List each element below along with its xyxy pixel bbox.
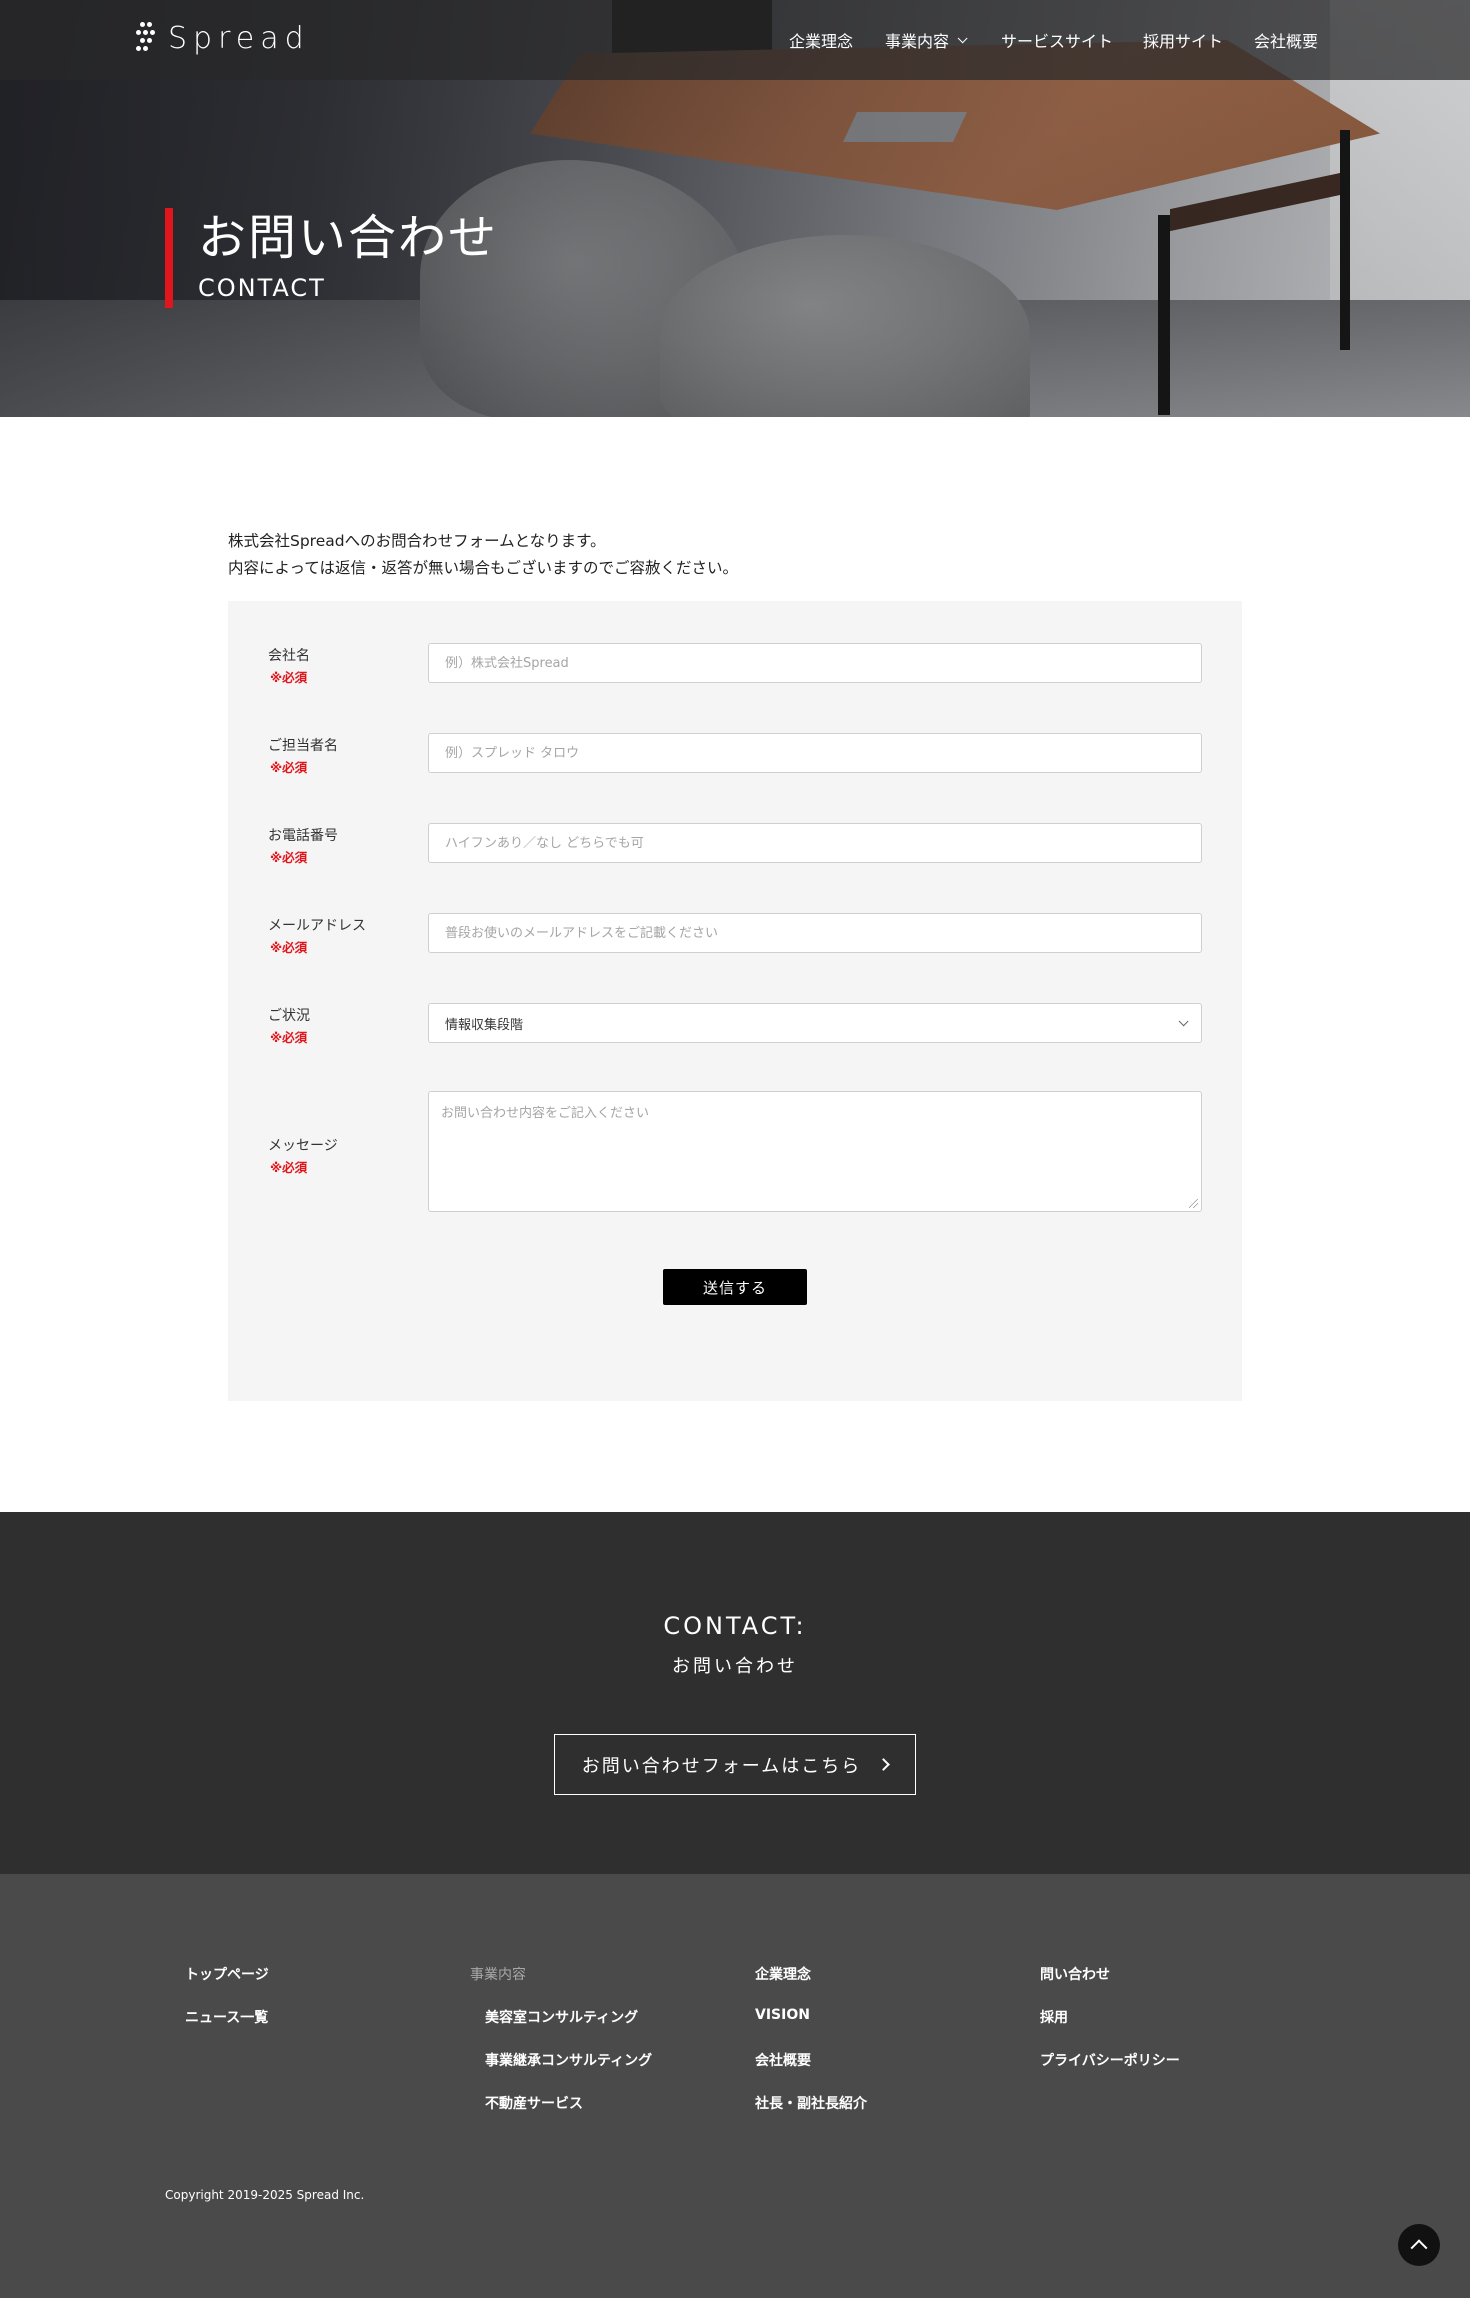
nav-item-label: 会社概要 xyxy=(1254,32,1319,51)
footer-link-recruit[interactable]: 採用 xyxy=(1040,2007,1068,2027)
phone-input[interactable] xyxy=(445,835,1185,851)
field-label: 会社名 xyxy=(268,648,310,664)
chevron-down-icon xyxy=(1178,1015,1189,1026)
contact-heading-jp: お問い合わせ xyxy=(672,1656,798,1677)
footer-heading-business: 事業内容 xyxy=(470,1967,526,1983)
nav-item-label: 事業内容 xyxy=(885,32,950,51)
footer-link-news[interactable]: ニュース一覧 xyxy=(185,2007,268,2027)
contact-button-label: お問い合わせフォームはこちら xyxy=(581,1755,862,1777)
form-intro: 株式会社Spreadへのお問合わせフォームとなります。 内容によっては返信・返答… xyxy=(228,528,738,582)
footer-link-company[interactable]: 会社概要 xyxy=(755,2050,811,2070)
required-mark: ※必須 xyxy=(270,850,308,865)
footer-link-contact[interactable]: 問い合わせ xyxy=(1040,1964,1110,1984)
status-select[interactable]: 情報収集段階 xyxy=(428,1003,1202,1043)
footer-link-real-estate[interactable]: 不動産サービス xyxy=(485,2093,583,2113)
chevron-up-icon xyxy=(1410,2239,1428,2257)
message-placeholder: お問い合わせ内容をご記入ください xyxy=(441,1106,650,1121)
chevron-right-icon xyxy=(877,1758,891,1771)
nav-item-company[interactable]: 会社概要 xyxy=(1254,28,1318,52)
field-label: ご状況 xyxy=(268,1008,310,1024)
logo-mark-icon xyxy=(134,20,156,56)
field-label: メールアドレス xyxy=(268,918,366,934)
copyright-text: Copyright 2019-2025 Spread Inc. xyxy=(165,2188,365,2202)
field-label: メッセージ xyxy=(268,1138,338,1154)
required-mark: ※必須 xyxy=(270,1160,308,1175)
footer-link-succession-consulting[interactable]: 事業継承コンサルティング xyxy=(485,2050,652,2070)
phone-field[interactable] xyxy=(428,823,1202,863)
required-mark: ※必須 xyxy=(270,670,308,685)
nav-item-business[interactable]: 事業内容 xyxy=(885,28,968,52)
contact-heading-en: CONTACT: xyxy=(663,1612,807,1640)
footer-link-vision[interactable]: VISION xyxy=(755,2007,810,2023)
hero-accent-bar xyxy=(165,208,173,308)
email-input[interactable] xyxy=(445,925,1185,941)
page-subtitle: CONTACT xyxy=(198,274,326,302)
contact-cta-section: CONTACT: お問い合わせ お問い合わせフォームはこちら xyxy=(0,1512,1470,1874)
nav-item-philosophy[interactable]: 企業理念 xyxy=(789,28,853,52)
chevron-down-icon xyxy=(957,32,968,43)
intro-line: 株式会社Spreadへのお問合わせフォームとなります。 xyxy=(228,532,606,550)
contact-form: 会社名 ※必須 ご担当者名 ※必須 お電話番号 ※必須 メールアドレス ※必須 … xyxy=(228,601,1242,1401)
nav-item-label: 企業理念 xyxy=(789,32,854,51)
site-logo[interactable]: Spread xyxy=(134,18,310,58)
nav-item-label: 採用サイト xyxy=(1143,32,1224,51)
message-textarea[interactable]: お問い合わせ内容をご記入ください xyxy=(428,1091,1202,1212)
footer-link-top[interactable]: トップページ xyxy=(185,1964,269,1984)
required-mark: ※必須 xyxy=(270,760,308,775)
status-select-value: 情報収集段階 xyxy=(445,1017,524,1033)
footer-link-philosophy[interactable]: 企業理念 xyxy=(755,1964,811,1984)
name-input[interactable] xyxy=(445,745,1185,761)
field-label: お電話番号 xyxy=(268,828,338,844)
footer-link-salon-consulting[interactable]: 美容室コンサルティング xyxy=(485,2007,638,2027)
resize-handle-icon[interactable] xyxy=(1189,1199,1198,1208)
company-field[interactable] xyxy=(428,643,1202,683)
required-mark: ※必須 xyxy=(270,1030,308,1045)
site-header: Spread 企業理念 事業内容 サービスサイト 採用サイト 会社概要 xyxy=(0,0,1470,80)
required-mark: ※必須 xyxy=(270,940,308,955)
back-to-top-button[interactable] xyxy=(1398,2224,1440,2266)
intro-line: 内容によっては返信・返答が無い場合もございますのでご容赦ください。 xyxy=(228,559,738,577)
nav-item-recruit-site[interactable]: 採用サイト xyxy=(1143,28,1223,52)
page-title: お問い合わせ xyxy=(198,210,499,266)
name-field[interactable] xyxy=(428,733,1202,773)
footer-link-executives[interactable]: 社長・副社長紹介 xyxy=(755,2093,867,2113)
site-footer: トップページ ニュース一覧 事業内容 美容室コンサルティング 事業継承コンサルテ… xyxy=(0,1874,1470,2298)
submit-button[interactable]: 送信する xyxy=(663,1269,807,1305)
logo-text: Spread xyxy=(168,20,310,56)
footer-link-privacy[interactable]: プライバシーポリシー xyxy=(1040,2050,1180,2070)
field-label: ご担当者名 xyxy=(268,738,338,754)
nav-item-label: サービスサイト xyxy=(1001,32,1114,51)
email-field[interactable] xyxy=(428,913,1202,953)
company-input[interactable] xyxy=(445,655,1185,671)
nav-item-service-site[interactable]: サービスサイト xyxy=(1001,28,1113,52)
contact-form-link-button[interactable]: お問い合わせフォームはこちら xyxy=(554,1734,916,1795)
